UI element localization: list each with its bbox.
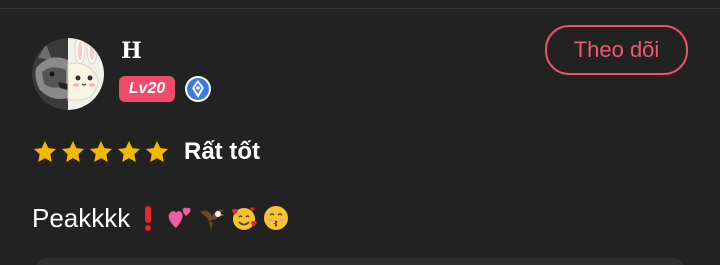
red-exclamation-icon <box>145 206 152 231</box>
avatar[interactable] <box>32 38 104 110</box>
smiling-face-with-hearts-icon <box>232 207 257 230</box>
star-icon <box>145 140 169 162</box>
divider <box>0 8 720 9</box>
star-icon <box>61 140 85 162</box>
review-card: H Lv20 Theo dõi Rất tốt Peakkkk <box>0 0 720 265</box>
star-rating <box>32 139 170 165</box>
star-icon <box>117 140 141 162</box>
kissing-face-icon <box>264 206 289 230</box>
star-icon <box>89 140 113 162</box>
comment-text: Peakkkk <box>32 202 131 233</box>
review-comment: Peakkkk <box>32 200 290 236</box>
level-badge: Lv20 <box>119 76 175 102</box>
next-card <box>36 258 684 265</box>
follow-button[interactable]: Theo dõi <box>545 25 688 75</box>
two-hearts-icon <box>168 207 191 228</box>
username[interactable]: H <box>121 36 142 66</box>
eagle-icon <box>200 209 225 230</box>
star-icon <box>33 140 57 162</box>
rating-label: Rất tốt <box>184 138 260 165</box>
verified-badge-icon <box>184 75 212 103</box>
rating-row: Rất tốt <box>32 136 260 168</box>
